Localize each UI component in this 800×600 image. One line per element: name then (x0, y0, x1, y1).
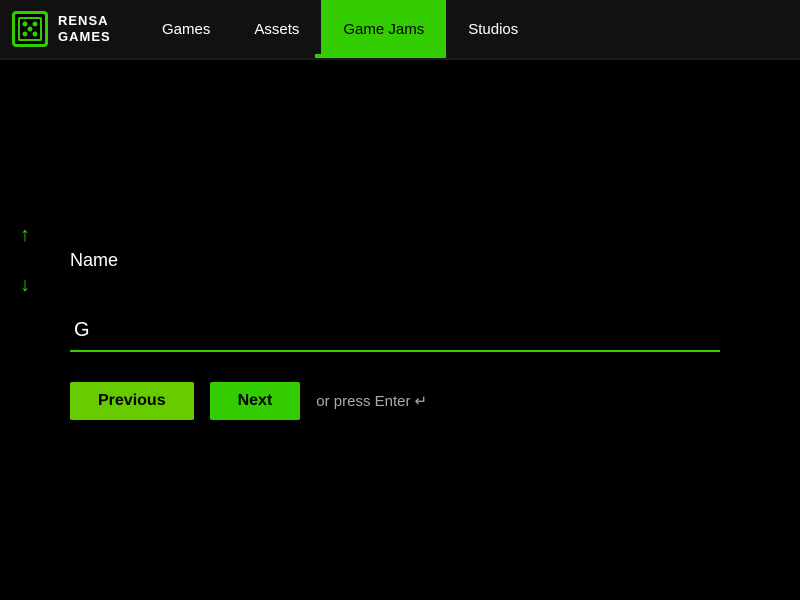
next-button[interactable]: Next (210, 382, 301, 420)
navbar: RENSA GAMES Games Assets Game Jams Studi… (0, 0, 800, 60)
field-label: Name (70, 250, 740, 271)
nav-games[interactable]: Games (140, 0, 232, 58)
enter-hint: or press Enter ↵ (316, 392, 427, 410)
enter-symbol: ↵ (415, 392, 428, 410)
action-row: Previous Next or press Enter ↵ (70, 382, 740, 420)
logo-icon (10, 9, 50, 49)
active-tab-indicator (315, 54, 408, 58)
nav-assets[interactable]: Assets (232, 0, 321, 58)
nav-game-jams[interactable]: Game Jams (321, 0, 446, 58)
name-input[interactable] (70, 311, 720, 352)
input-area (70, 311, 740, 352)
previous-button[interactable]: Previous (70, 382, 194, 420)
main-content: Name Previous Next or press Enter ↵ (0, 60, 800, 460)
logo: RENSA GAMES (0, 9, 140, 49)
nav-links: Games Assets Game Jams Studios (140, 0, 540, 58)
logo-text: RENSA GAMES (58, 13, 111, 44)
nav-studios[interactable]: Studios (446, 0, 540, 58)
